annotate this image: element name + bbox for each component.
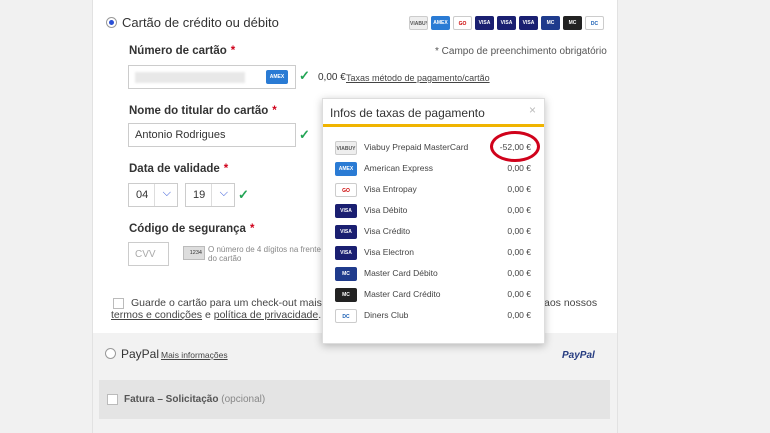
cvv-label: Código de segurança * xyxy=(129,223,255,235)
fee-row-name: Master Card Débito xyxy=(364,268,438,278)
invoice-label: Fatura – Solicitação (opcional) xyxy=(124,394,266,405)
fee-row-amount: 0,00 € xyxy=(507,310,531,320)
chevron-down-icon: ⌵ xyxy=(162,187,171,199)
fee-row-amount: 0,00 € xyxy=(507,289,531,299)
masked-card-number xyxy=(135,72,245,83)
entropay-icon: GO xyxy=(335,183,357,197)
invoice-row[interactable]: Fatura – Solicitação (opcional) xyxy=(99,380,610,419)
save-card-text: Guarde o cartão para um check-out mais r… xyxy=(131,297,354,309)
fee-row: VISA Visa Electron 0,00 € xyxy=(335,244,531,262)
terms-line: termos e condições e política de privaci… xyxy=(111,309,321,321)
holder-name-input[interactable]: Antonio Rodrigues xyxy=(128,123,296,147)
close-icon[interactable]: × xyxy=(529,103,536,117)
expiry-label: Data de validade * xyxy=(129,163,229,175)
accepted-cards-logos: VIABUY AMEX GO VISA VISA VISA MC MC DC xyxy=(409,16,609,32)
expiry-valid-check-icon: ✓ xyxy=(238,187,249,202)
expiry-month-select[interactable]: 04 ⌵ xyxy=(128,183,178,207)
mastercard-logo: MC xyxy=(563,16,582,30)
visa-logo: VISA xyxy=(497,16,516,30)
holder-name-value: Antonio Rodrigues xyxy=(135,129,226,141)
expiry-year-value: 19 xyxy=(193,189,206,201)
fee-row: VISA Visa Débito 0,00 € xyxy=(335,202,531,220)
fee-row: VISA Visa Crédito 0,00 € xyxy=(335,223,531,241)
card-section-title: Cartão de crédito ou débito xyxy=(122,15,279,30)
visa-electron-logo: VISA xyxy=(519,16,538,30)
save-card-checkbox[interactable] xyxy=(113,298,124,309)
fee-row-amount: 0,00 € xyxy=(507,184,531,194)
fee-row-amount: 0,00 € xyxy=(507,163,531,173)
fee-row: MC Master Card Crédito 0,00 € xyxy=(335,286,531,304)
fee-row-name: Viabuy Prepaid MasterCard xyxy=(364,142,469,152)
alternative-payments-band: PayPal Mais informações PayPal Fatura – … xyxy=(93,333,617,433)
cvv-placeholder: CVV xyxy=(135,249,156,260)
fee-row-name: Master Card Crédito xyxy=(364,289,441,299)
paypal-label: PayPal xyxy=(121,347,160,361)
expiry-year-select[interactable]: 19 ⌵ xyxy=(185,183,235,207)
fee-info-link[interactable]: Taxas método de pagamento/cartão xyxy=(346,73,490,83)
cvv-input[interactable]: CVV xyxy=(128,242,169,266)
entropay-logo: GO xyxy=(453,16,472,30)
amex-input-icon: AMEX xyxy=(266,70,288,84)
popup-title: Infos de taxas de pagamento xyxy=(330,106,485,120)
maestro-logo: MC xyxy=(541,16,560,30)
highlight-circle xyxy=(490,131,540,162)
amex-icon: AMEX xyxy=(335,162,357,176)
fee-row-name: Diners Club xyxy=(364,310,409,320)
card-number-label: Número de cartão * xyxy=(129,45,236,57)
cvv-card-icon: 1234 xyxy=(183,246,205,260)
invoice-optional: (opcional) xyxy=(221,394,266,405)
privacy-link[interactable]: política de privacidade xyxy=(214,309,318,321)
mastercard-debit-icon: MC xyxy=(335,267,357,281)
cvv-help-text: O número de 4 dígitos na frente do cartã… xyxy=(208,245,321,263)
amex-logo: AMEX xyxy=(431,16,450,30)
paypal-more-info-link[interactable]: Mais informações xyxy=(161,350,228,360)
fee-row-name: American Express xyxy=(364,163,433,173)
period-text: . xyxy=(318,309,322,321)
fee-row-amount: 0,00 € xyxy=(507,247,531,257)
paypal-logo: PayPal xyxy=(562,350,595,361)
visa-debit-icon: VISA xyxy=(335,204,357,218)
diners-club-icon: DC xyxy=(335,309,357,323)
holder-name-valid-check-icon: ✓ xyxy=(299,127,310,142)
fee-row: DC Diners Club 0,00 € xyxy=(335,307,531,325)
fee-row: AMEX American Express 0,00 € xyxy=(335,160,531,178)
mastercard-credit-icon: MC xyxy=(335,288,357,302)
visa-electron-icon: VISA xyxy=(335,246,357,260)
save-card-text-tail: aos nossos xyxy=(544,297,598,309)
and-text: e xyxy=(204,309,211,321)
visa-icon: VISA xyxy=(335,225,357,239)
fee-row-name: Visa Entropay xyxy=(364,184,417,194)
card-number-valid-check-icon: ✓ xyxy=(299,68,310,83)
popup-accent-bar xyxy=(323,124,544,127)
card-number-input[interactable]: AMEX xyxy=(128,65,296,89)
chevron-down-icon: ⌵ xyxy=(219,187,228,199)
fee-row: MC Master Card Débito 0,00 € xyxy=(335,265,531,283)
fee-amount: 0,00 € xyxy=(318,72,346,83)
required-note: * Campo de preenchimento obrigatório xyxy=(435,46,607,57)
fee-row-amount: 0,00 € xyxy=(507,226,531,236)
fee-row-amount: 0,00 € xyxy=(507,205,531,215)
card-payment-radio[interactable] xyxy=(106,17,117,28)
expiry-month-value: 04 xyxy=(136,189,149,201)
visa-debit-logo: VISA xyxy=(475,16,494,30)
diners-logo: DC xyxy=(585,16,604,30)
paypal-radio[interactable] xyxy=(105,348,116,359)
fee-row-name: Visa Crédito xyxy=(364,226,411,236)
terms-link[interactable]: termos e condições xyxy=(111,309,202,321)
viabuy-logo: VIABUY xyxy=(409,16,428,30)
fee-row-amount: 0,00 € xyxy=(507,268,531,278)
holder-name-label: Nome do titular do cartão * xyxy=(129,105,277,117)
fee-row: GO Visa Entropay 0,00 € xyxy=(335,181,531,199)
viabuy-icon: VIABUY xyxy=(335,141,357,155)
fee-row-name: Visa Débito xyxy=(364,205,408,215)
fee-row-name: Visa Electron xyxy=(364,247,414,257)
invoice-checkbox[interactable] xyxy=(107,394,118,405)
